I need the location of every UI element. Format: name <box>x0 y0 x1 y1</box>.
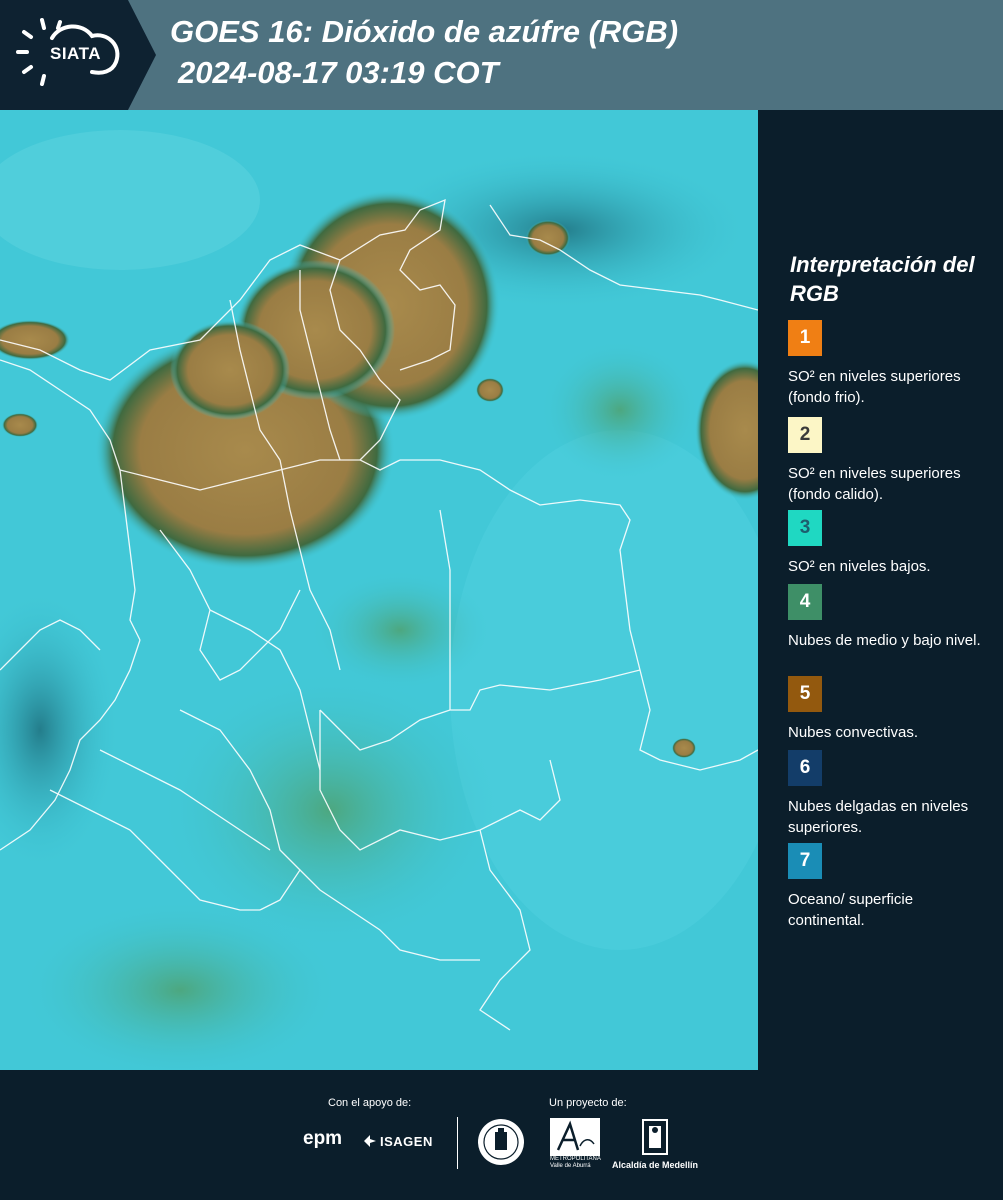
legend-number: 3 <box>799 517 811 538</box>
legend-swatch: 2 <box>788 417 822 453</box>
legend-description: SO² en niveles bajos. <box>788 558 931 575</box>
area-caption-line-1: METROPOLITANA <box>550 1156 601 1162</box>
header-bar: SIATA GOES 16: Dióxido de azúfre (RGB) 2… <box>0 0 1003 110</box>
legend-swatch: 6 <box>788 750 822 786</box>
legend-item-2: 2 SO² en niveles superiores (fondo calid… <box>788 417 988 505</box>
legend-number: 4 <box>799 591 811 612</box>
legend-item-3: 3 SO² en niveles bajos. <box>788 510 988 577</box>
legend-swatch: 4 <box>788 584 822 620</box>
legend-panel: Interpretación del RGB 1 SO² en niveles … <box>758 110 1003 1070</box>
area-caption-line-2: Valle de Aburrá <box>550 1163 591 1169</box>
legend-item-4: 4 Nubes de medio y bajo nivel. <box>788 584 988 651</box>
header-chevron <box>128 0 156 110</box>
footer: Con el apoyo de: Un proyecto de: epm ISA… <box>0 1070 1003 1200</box>
legend-number: 2 <box>799 424 811 445</box>
support-label: Con el apoyo de: <box>328 1097 412 1109</box>
area-metropolitana-logo-icon <box>550 1118 600 1156</box>
legend-description: Nubes delgadas en niveles superiores. <box>788 798 969 836</box>
footer-divider <box>457 1117 458 1169</box>
project-label: Un proyecto de: <box>549 1097 627 1109</box>
siata-logo: SIATA <box>0 0 128 110</box>
legend-swatch: 7 <box>788 843 822 879</box>
legend-item-5: 5 Nubes convectivas. <box>788 676 988 743</box>
legend-number: 7 <box>799 850 811 871</box>
isagen-icon <box>364 1135 376 1147</box>
epm-logo: epm <box>303 1128 343 1149</box>
alcaldia-logo-text: Alcaldía de Medellín <box>612 1160 699 1170</box>
legend-number: 5 <box>799 683 811 704</box>
image-timestamp: 2024-08-17 03:19 COT <box>178 55 499 90</box>
legend-description: Oceano/ superficie continental. <box>788 891 914 929</box>
legend-title: Interpretación del RGB <box>790 252 975 306</box>
legend-item-7: 7 Oceano/ superficie continental. <box>788 843 988 931</box>
legend-item-6: 6 Nubes delgadas en niveles superiores. <box>788 750 988 838</box>
isagen-logo: ISAGEN <box>380 1134 433 1149</box>
legend-description: Nubes de medio y bajo nivel. <box>788 632 981 649</box>
area-metropolitana-caption: METROPOLITANA Valle de Aburrá <box>550 1156 601 1170</box>
legend-swatch: 1 <box>788 320 822 356</box>
university-seal-icon <box>478 1119 524 1165</box>
legend-number: 1 <box>799 327 811 348</box>
legend-swatch: 5 <box>788 676 822 712</box>
legend-description: SO² en niveles superiores (fondo frio). <box>788 368 961 406</box>
siata-logo-text: SIATA <box>50 44 101 63</box>
legend-swatch: 3 <box>788 510 822 546</box>
satellite-image <box>0 110 758 1070</box>
legend-number: 6 <box>799 757 811 778</box>
legend-item-1: 1 SO² en niveles superiores (fondo frio)… <box>788 320 988 408</box>
page-title: GOES 16: Dióxido de azúfre (RGB) <box>170 14 679 49</box>
alcaldia-shield-icon <box>642 1119 668 1155</box>
legend-description: SO² en niveles superiores (fondo calido)… <box>788 465 961 503</box>
legend-description: Nubes convectivas. <box>788 724 919 741</box>
